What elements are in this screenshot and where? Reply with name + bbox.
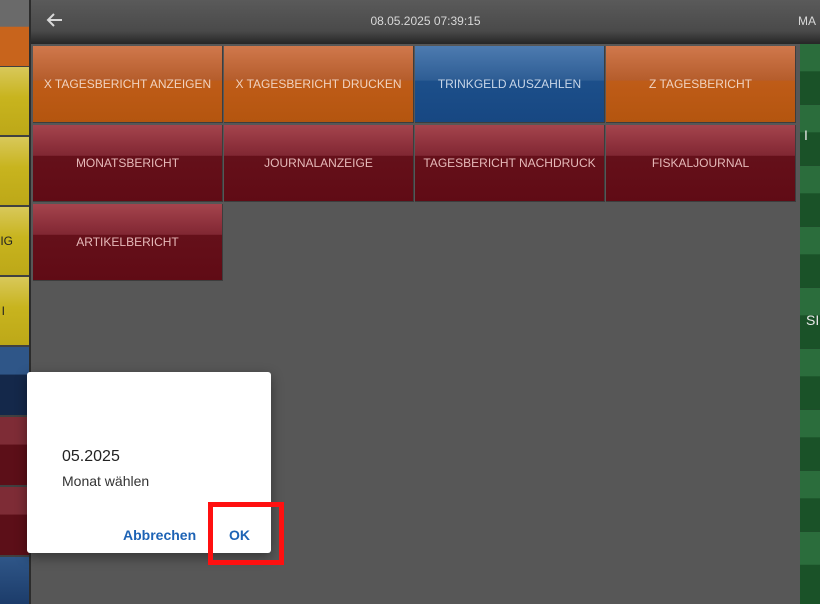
left-category-label: I xyxy=(1,304,5,318)
x-tagesbericht-anzeigen-button[interactable]: X TAGESBERICHT ANZEIGEN xyxy=(33,46,223,123)
right-category-label: SI xyxy=(806,312,820,328)
right-category-cell[interactable] xyxy=(800,410,820,470)
tagesbericht-nachdruck-button[interactable]: TAGESBERICHT NACHDRUCK xyxy=(415,125,605,202)
left-category-cell[interactable] xyxy=(0,137,29,205)
datetime-display: 08.05.2025 07:39:15 xyxy=(370,14,481,28)
right-category-cell[interactable] xyxy=(800,44,820,104)
right-category-cell[interactable] xyxy=(800,349,820,409)
top-bar: 08.05.2025 07:39:15 MA xyxy=(31,0,820,44)
selected-month-value: 05.2025 xyxy=(62,448,120,465)
month-picker-label: Monat wählen xyxy=(62,473,150,489)
user-name[interactable]: MA xyxy=(798,14,820,28)
journalanzeige-button[interactable]: JOURNALANZEIGE xyxy=(224,125,414,202)
left-category-cell[interactable] xyxy=(0,557,29,604)
cancel-button[interactable]: Abbrechen xyxy=(123,527,196,543)
left-category-label: IG xyxy=(0,234,13,248)
fiskaljournal-button[interactable]: FISKALJOURNAL xyxy=(606,125,796,202)
right-category-cell[interactable] xyxy=(800,227,820,287)
monatsbericht-button[interactable]: MONATSBERICHT xyxy=(33,125,223,202)
artikelbericht-button[interactable]: ARTIKELBERICHT xyxy=(33,204,223,281)
ok-button-highlight xyxy=(208,502,284,565)
z-tagesbericht-button[interactable]: Z TAGESBERICHT xyxy=(606,46,796,123)
left-category-cell[interactable] xyxy=(0,417,29,485)
right-category-label: I xyxy=(804,127,808,143)
left-category-cell[interactable]: I xyxy=(0,277,29,345)
right-category-cell[interactable]: I xyxy=(800,105,820,165)
right-category-column: I SI xyxy=(800,44,820,604)
trinkgeld-auszahlen-button[interactable]: TRINKGELD AUSZAHLEN xyxy=(415,46,605,123)
left-category-cell[interactable] xyxy=(0,487,29,555)
right-category-cell[interactable] xyxy=(800,166,820,226)
right-category-cell[interactable]: SI xyxy=(800,288,820,348)
left-category-cell[interactable] xyxy=(0,347,29,415)
right-category-cell[interactable] xyxy=(800,471,820,531)
right-category-cell[interactable] xyxy=(800,532,820,604)
x-tagesbericht-drucken-button[interactable]: X TAGESBERICHT DRUCKEN xyxy=(224,46,414,123)
left-category-cell[interactable]: IG xyxy=(0,207,29,275)
left-category-cell[interactable] xyxy=(0,0,29,66)
left-category-cell[interactable] xyxy=(0,67,29,135)
